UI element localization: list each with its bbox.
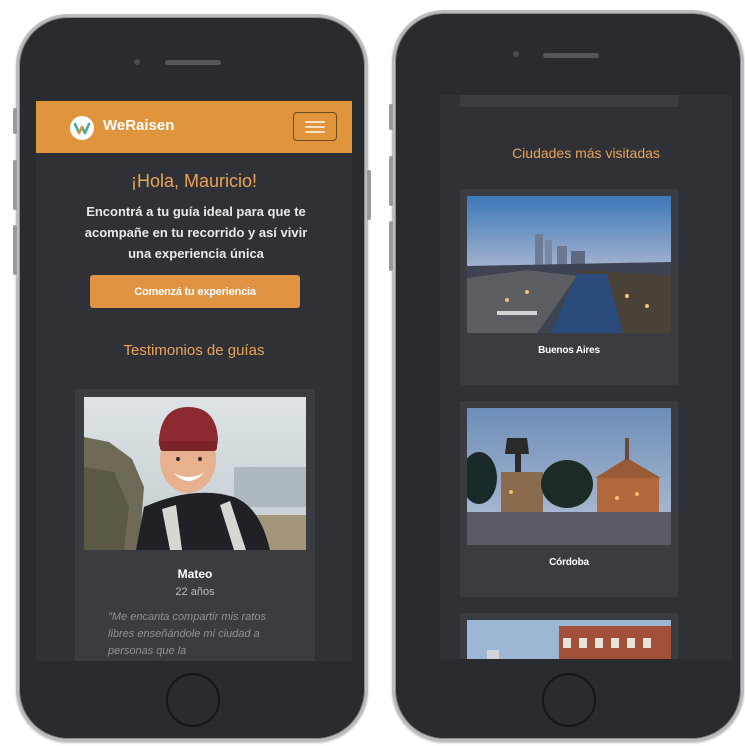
cities-title: Ciudades más visitadas <box>512 145 660 161</box>
city-name: Córdoba <box>549 557 589 568</box>
phone-left: WeRaisen ¡Hola, Mauricio! Encontrá a tu … <box>16 14 368 742</box>
earpiece-speaker <box>165 60 221 65</box>
start-experience-button[interactable]: Comenzá tu experiencia <box>90 275 300 308</box>
earpiece-speaker <box>543 53 599 58</box>
side-mute-switch <box>389 104 393 130</box>
guide-name: Mateo <box>177 567 213 581</box>
city-name: Buenos Aires <box>538 345 600 356</box>
intro-text: Encontrá a tu guía ideal para que te aco… <box>84 204 308 261</box>
weraisen-logo-icon[interactable] <box>70 116 94 140</box>
testimonials-title: Testimonios de guías <box>123 342 265 359</box>
app-name[interactable]: WeRaisen <box>103 117 174 134</box>
home-button[interactable] <box>166 673 220 727</box>
side-volume-down <box>13 225 17 275</box>
screen-right: Ciudades más visitadas Buenos Aires Córd… <box>440 95 732 659</box>
home-button[interactable] <box>542 673 596 727</box>
side-volume-down <box>389 221 393 271</box>
screen-left: WeRaisen ¡Hola, Mauricio! Encontrá a tu … <box>36 101 352 661</box>
city-photo <box>467 408 671 545</box>
city-photo <box>467 620 671 659</box>
testimonial-quote: "Me encanta compartir mis ratos libres e… <box>108 611 266 657</box>
testimonial-card[interactable]: Mateo 22 años "Me encanta compartir mis … <box>75 389 315 661</box>
phone-right: Ciudades más visitadas Buenos Aires Córd… <box>392 10 744 742</box>
city-card-buenos-aires[interactable]: Buenos Aires <box>460 189 678 385</box>
side-power-button <box>367 170 371 220</box>
navbar: WeRaisen <box>36 101 352 153</box>
front-camera <box>134 59 140 65</box>
side-mute-switch <box>13 108 17 134</box>
city-photo <box>467 196 671 333</box>
front-camera <box>513 51 519 57</box>
city-card-cordoba[interactable]: Córdoba <box>460 401 678 597</box>
previous-section-edge <box>460 95 678 107</box>
guide-age: 22 años <box>175 586 215 598</box>
greeting-heading: ¡Hola, Mauricio! <box>130 171 258 191</box>
guide-photo <box>84 397 306 550</box>
hamburger-menu-icon[interactable] <box>293 112 337 141</box>
city-card-next[interactable] <box>460 613 678 659</box>
side-volume-up <box>13 160 17 210</box>
side-volume-up <box>389 156 393 206</box>
